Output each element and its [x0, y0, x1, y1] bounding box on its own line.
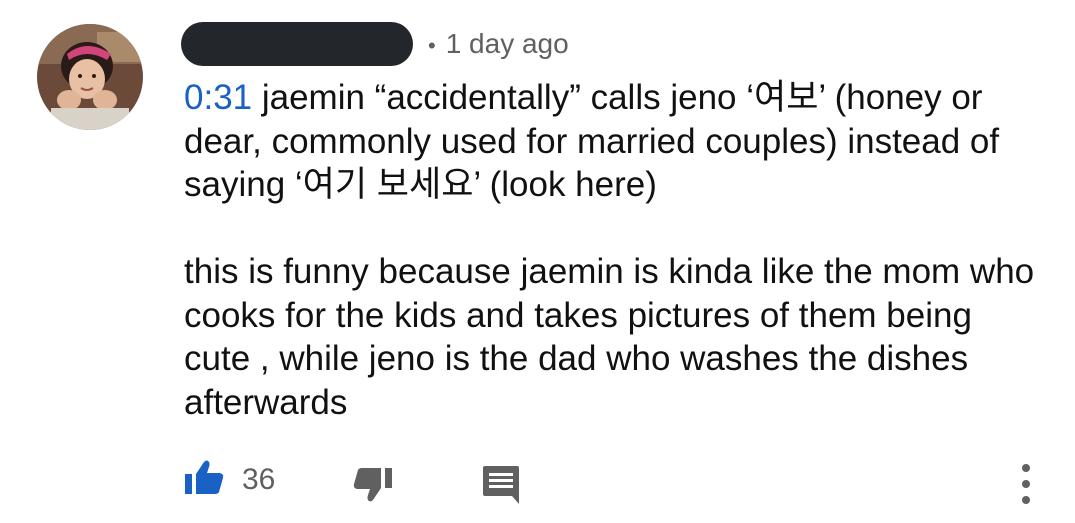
avatar-photo: [37, 24, 143, 130]
author-name-redacted: [181, 22, 413, 66]
like-count: 36: [242, 463, 276, 496]
comment-age: 1 day ago: [445, 28, 569, 59]
avatar[interactable]: [37, 24, 143, 130]
comment-meta: • 1 day ago: [428, 24, 569, 64]
comment-paragraph-1-text: jaemin “accidentally” calls jeno ‘여보’ (h…: [184, 78, 1000, 204]
timestamp-link[interactable]: 0:31: [184, 78, 252, 117]
comment-card: • 1 day ago 0:31 jaemin “accidentally” ca…: [0, 0, 1075, 523]
more-vertical-icon[interactable]: [1012, 462, 1040, 506]
comment-reply-icon[interactable]: [481, 464, 521, 504]
thumbs-up-filled-icon[interactable]: [185, 458, 225, 498]
thumbs-down-icon[interactable]: [352, 468, 392, 508]
comment-paragraph-1: 0:31 jaemin “accidentally” calls jeno ‘여…: [184, 76, 1044, 207]
meta-separator: •: [428, 33, 436, 58]
comment-body: 0:31 jaemin “accidentally” calls jeno ‘여…: [184, 76, 1044, 424]
comment-paragraph-2: this is funny because jaemin is kinda li…: [184, 252, 1035, 422]
